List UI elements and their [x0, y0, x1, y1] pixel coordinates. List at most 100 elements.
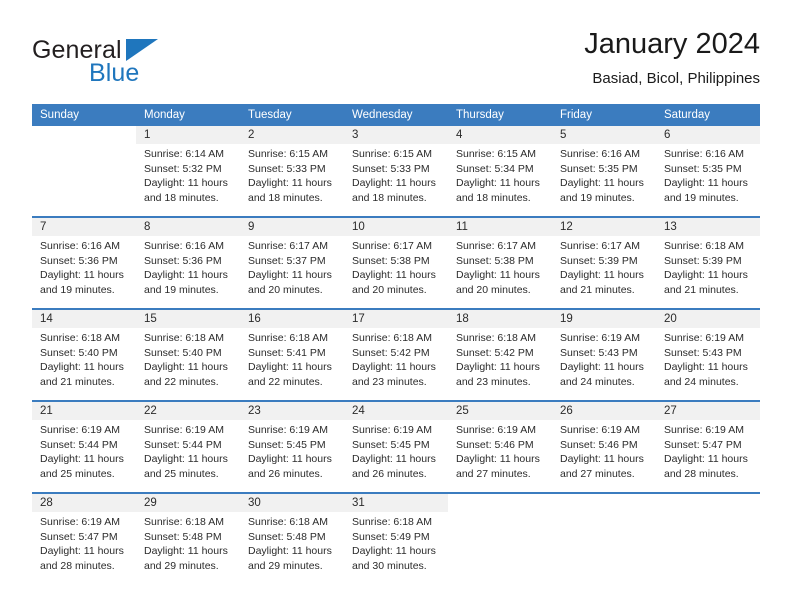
- calendar-day-cell[interactable]: 24 Sunrise: 6:19 AM Sunset: 5:45 PM Dayligh…: [344, 402, 448, 492]
- day-number: 10: [344, 218, 448, 236]
- calendar-day-cell[interactable]: 14 Sunrise: 6:18 AM Sunset: 5:40 PM Dayligh…: [32, 310, 136, 400]
- calendar-day-cell[interactable]: 17 Sunrise: 6:18 AM Sunset: 5:42 PM Dayligh…: [344, 310, 448, 400]
- day-details: Sunrise: 6:19 AM Sunset: 5:44 PM Daylight:…: [136, 420, 240, 481]
- day-details: Sunrise: 6:19 AM Sunset: 5:45 PM Daylight:…: [344, 420, 448, 481]
- weekday-header-sunday: Sunday: [40, 109, 80, 121]
- page-header: General Blue January 2024 Basiad, Bicol,…: [32, 26, 760, 98]
- weekday-header-row: Sunday Monday Tuesday Wednesday Thursday Frid…: [32, 104, 760, 126]
- day-number: 7: [32, 218, 136, 236]
- calendar-week-row: 1 Sunrise: 6:14 AM Sunset: 5:32 PM Daylight…: [32, 126, 760, 216]
- weekday-header-thursday: Thursday: [456, 109, 504, 121]
- calendar-day-cell[interactable]: 31 Sunrise: 6:18 AM Sunset: 5:49 PM Dayligh…: [344, 494, 448, 584]
- weekday-header-wednesday: Wednesday: [352, 109, 413, 121]
- sunset-time: Sunset: 5:37 PM: [248, 254, 326, 267]
- calendar-day-cell[interactable]: 3 Sunrise: 6:15 AM Sunset: 5:33 PM Daylight…: [344, 126, 448, 216]
- day-details: Sunrise: 6:16 AM Sunset: 5:36 PM Daylight:…: [136, 236, 240, 297]
- calendar-day-cell[interactable]: 22 Sunrise: 6:19 AM Sunset: 5:44 PM Dayligh…: [136, 402, 240, 492]
- day-details: Sunrise: 6:16 AM Sunset: 5:35 PM Daylight:…: [656, 144, 760, 205]
- sunset-time: Sunset: 5:44 PM: [40, 438, 118, 451]
- sunrise-time: Sunrise: 6:18 AM: [352, 332, 432, 344]
- sunrise-time: Sunrise: 6:16 AM: [40, 240, 120, 252]
- calendar-day-cell[interactable]: 25 Sunrise: 6:19 AM Sunset: 5:46 PM Dayligh…: [448, 402, 552, 492]
- calendar-day-cell[interactable]: 4 Sunrise: 6:15 AM Sunset: 5:34 PM Daylight…: [448, 126, 552, 216]
- calendar-day-cell[interactable]: 28 Sunrise: 6:19 AM Sunset: 5:47 PM Dayligh…: [32, 494, 136, 584]
- sunrise-time: Sunrise: 6:18 AM: [248, 332, 328, 344]
- day-number: 26: [552, 402, 656, 420]
- sunrise-time: Sunrise: 6:19 AM: [40, 424, 120, 436]
- day-number: 18: [448, 310, 552, 328]
- calendar-day-cell[interactable]: 7 Sunrise: 6:16 AM Sunset: 5:36 PM Daylight…: [32, 218, 136, 308]
- daylight-duration: Daylight: 11 hours and 22 minutes.: [144, 361, 228, 388]
- daylight-duration: Daylight: 11 hours and 19 minutes.: [664, 177, 748, 204]
- daylight-duration: Daylight: 11 hours and 27 minutes.: [456, 453, 540, 480]
- day-details: Sunrise: 6:19 AM Sunset: 5:43 PM Daylight:…: [552, 328, 656, 389]
- calendar-day-cell[interactable]: 15 Sunrise: 6:18 AM Sunset: 5:40 PM Dayligh…: [136, 310, 240, 400]
- daylight-duration: Daylight: 11 hours and 21 minutes.: [560, 269, 644, 296]
- sunrise-time: Sunrise: 6:14 AM: [144, 148, 224, 160]
- day-details: Sunrise: 6:16 AM Sunset: 5:35 PM Daylight:…: [552, 144, 656, 205]
- daylight-duration: Daylight: 11 hours and 28 minutes.: [664, 453, 748, 480]
- calendar-day-cell[interactable]: 27 Sunrise: 6:19 AM Sunset: 5:47 PM Dayligh…: [656, 402, 760, 492]
- day-number: 3: [344, 126, 448, 144]
- calendar-day-cell[interactable]: 29 Sunrise: 6:18 AM Sunset: 5:48 PM Dayligh…: [136, 494, 240, 584]
- weekday-header-saturday: Saturday: [664, 109, 711, 121]
- calendar-day-cell[interactable]: 9 Sunrise: 6:17 AM Sunset: 5:37 PM Daylight…: [240, 218, 344, 308]
- sunset-time: Sunset: 5:45 PM: [248, 438, 326, 451]
- sunrise-time: Sunrise: 6:19 AM: [352, 424, 432, 436]
- sunrise-time: Sunrise: 6:19 AM: [664, 332, 744, 344]
- daylight-duration: Daylight: 11 hours and 18 minutes.: [352, 177, 436, 204]
- sunrise-time: Sunrise: 6:19 AM: [560, 332, 640, 344]
- day-details: Sunrise: 6:19 AM Sunset: 5:45 PM Daylight:…: [240, 420, 344, 481]
- sunset-time: Sunset: 5:36 PM: [144, 254, 222, 267]
- calendar-day-cell[interactable]: 23 Sunrise: 6:19 AM Sunset: 5:45 PM Dayligh…: [240, 402, 344, 492]
- calendar-day-cell[interactable]: 21 Sunrise: 6:19 AM Sunset: 5:44 PM Dayligh…: [32, 402, 136, 492]
- day-number: 27: [656, 402, 760, 420]
- sunrise-time: Sunrise: 6:18 AM: [144, 332, 224, 344]
- calendar-day-cell[interactable]: 26 Sunrise: 6:19 AM Sunset: 5:46 PM Dayligh…: [552, 402, 656, 492]
- day-number: 16: [240, 310, 344, 328]
- calendar-day-cell[interactable]: 8 Sunrise: 6:16 AM Sunset: 5:36 PM Daylight…: [136, 218, 240, 308]
- daylight-duration: Daylight: 11 hours and 23 minutes.: [352, 361, 436, 388]
- calendar-day-cell[interactable]: 5 Sunrise: 6:16 AM Sunset: 5:35 PM Daylight…: [552, 126, 656, 216]
- calendar-day-cell[interactable]: 19 Sunrise: 6:19 AM Sunset: 5:43 PM Dayligh…: [552, 310, 656, 400]
- calendar-day-cell[interactable]: 13 Sunrise: 6:18 AM Sunset: 5:39 PM Dayligh…: [656, 218, 760, 308]
- daylight-duration: Daylight: 11 hours and 29 minutes.: [144, 545, 228, 572]
- calendar-day-cell[interactable]: 18 Sunrise: 6:18 AM Sunset: 5:42 PM Dayligh…: [448, 310, 552, 400]
- daylight-duration: Daylight: 11 hours and 25 minutes.: [144, 453, 228, 480]
- sunset-time: Sunset: 5:48 PM: [248, 530, 326, 543]
- calendar-day-cell[interactable]: 12 Sunrise: 6:17 AM Sunset: 5:39 PM Dayligh…: [552, 218, 656, 308]
- sunset-time: Sunset: 5:48 PM: [144, 530, 222, 543]
- sunrise-time: Sunrise: 6:17 AM: [560, 240, 640, 252]
- calendar-day-cell[interactable]: 6 Sunrise: 6:16 AM Sunset: 5:35 PM Daylight…: [656, 126, 760, 216]
- sunrise-time: Sunrise: 6:16 AM: [144, 240, 224, 252]
- calendar-grid: Sunday Monday Tuesday Wednesday Thursday Frid…: [32, 104, 760, 584]
- day-details: Sunrise: 6:18 AM Sunset: 5:42 PM Daylight:…: [344, 328, 448, 389]
- day-number: 28: [32, 494, 136, 512]
- day-number: [448, 494, 552, 512]
- day-number: 9: [240, 218, 344, 236]
- calendar-day-cell[interactable]: 10 Sunrise: 6:17 AM Sunset: 5:38 PM Dayligh…: [344, 218, 448, 308]
- day-number: 30: [240, 494, 344, 512]
- day-number: 1: [136, 126, 240, 144]
- day-details: Sunrise: 6:17 AM Sunset: 5:39 PM Daylight:…: [552, 236, 656, 297]
- day-details: Sunrise: 6:18 AM Sunset: 5:40 PM Daylight:…: [136, 328, 240, 389]
- calendar-week-row: 14 Sunrise: 6:18 AM Sunset: 5:40 PM Dayligh…: [32, 308, 760, 400]
- sunset-time: Sunset: 5:39 PM: [664, 254, 742, 267]
- calendar-day-cell[interactable]: 20 Sunrise: 6:19 AM Sunset: 5:43 PM Dayligh…: [656, 310, 760, 400]
- day-details: Sunrise: 6:18 AM Sunset: 5:48 PM Daylight:…: [240, 512, 344, 573]
- calendar-day-cell[interactable]: 11 Sunrise: 6:17 AM Sunset: 5:38 PM Dayligh…: [448, 218, 552, 308]
- sunrise-time: Sunrise: 6:19 AM: [456, 424, 536, 436]
- sunrise-time: Sunrise: 6:19 AM: [560, 424, 640, 436]
- day-number: 20: [656, 310, 760, 328]
- sunrise-time: Sunrise: 6:18 AM: [248, 516, 328, 528]
- calendar-day-cell-empty: [32, 126, 136, 216]
- day-number: 19: [552, 310, 656, 328]
- daylight-duration: Daylight: 11 hours and 18 minutes.: [248, 177, 332, 204]
- calendar-day-cell[interactable]: 16 Sunrise: 6:18 AM Sunset: 5:41 PM Dayligh…: [240, 310, 344, 400]
- calendar-day-cell[interactable]: 2 Sunrise: 6:15 AM Sunset: 5:33 PM Daylight…: [240, 126, 344, 216]
- general-blue-logo[interactable]: General Blue: [32, 36, 222, 92]
- page-title: January 2024: [584, 28, 760, 60]
- calendar-day-cell[interactable]: 1 Sunrise: 6:14 AM Sunset: 5:32 PM Daylight…: [136, 126, 240, 216]
- calendar-day-cell[interactable]: 30 Sunrise: 6:18 AM Sunset: 5:48 PM Dayligh…: [240, 494, 344, 584]
- day-details: Sunrise: 6:19 AM Sunset: 5:47 PM Daylight:…: [32, 512, 136, 573]
